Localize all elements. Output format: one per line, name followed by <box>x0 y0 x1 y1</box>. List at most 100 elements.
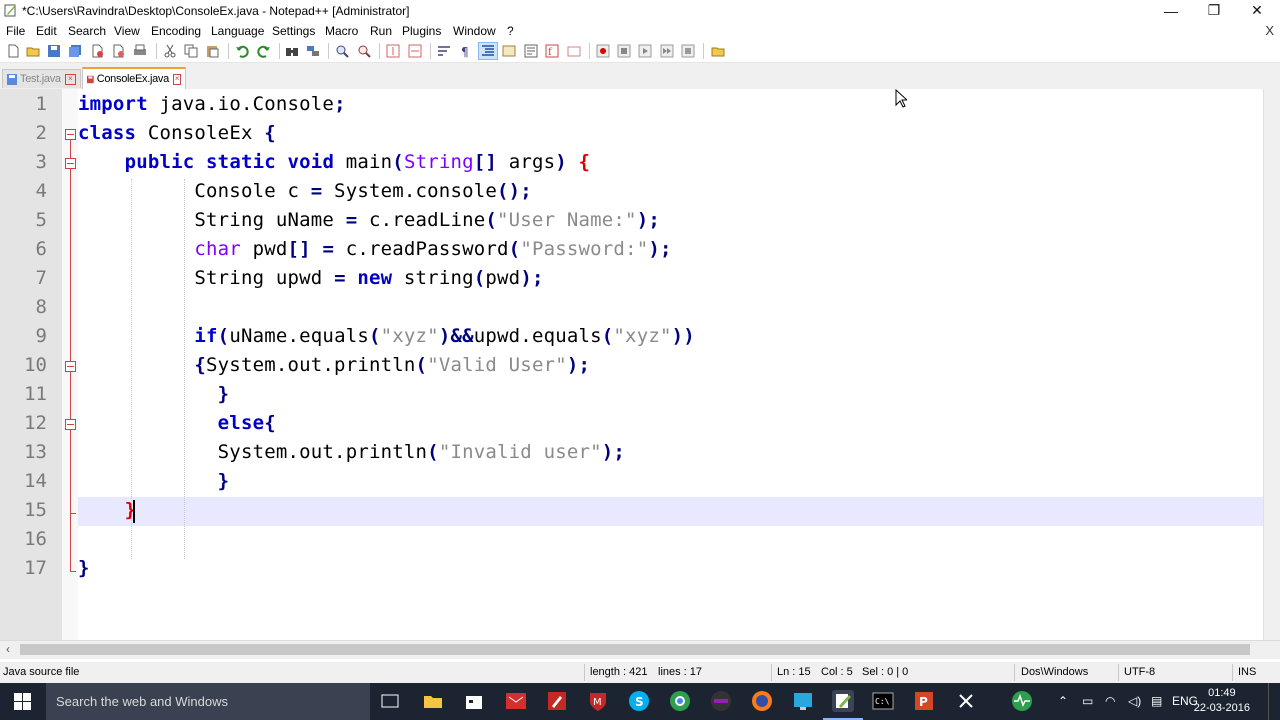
editor[interactable]: 1 2 3 4 5 6 7 8 9 10 11 12 13 14 15 16 1… <box>0 89 1280 640</box>
undo-icon[interactable] <box>235 44 249 58</box>
open-file-icon[interactable] <box>26 44 40 58</box>
media-app-icon[interactable] <box>710 690 732 712</box>
save-macro-icon[interactable] <box>681 44 695 58</box>
store-icon[interactable] <box>463 690 485 712</box>
notifications-icon[interactable]: ▤ <box>1151 694 1162 708</box>
firefox-icon[interactable] <box>751 690 773 712</box>
menu-edit[interactable]: Edit <box>36 24 57 38</box>
code-line[interactable]: String upwd = new string(pwd); <box>78 267 544 289</box>
sync-horizontal-icon[interactable] <box>408 44 422 58</box>
menu-file[interactable]: File <box>6 24 25 38</box>
menu-macro[interactable]: Macro <box>325 24 358 38</box>
sync-vertical-icon[interactable] <box>386 44 400 58</box>
play-macro-icon[interactable] <box>638 44 652 58</box>
code-line[interactable]: else{ <box>78 412 276 434</box>
tab-close-icon[interactable]: × <box>172 73 181 85</box>
mail-app-icon[interactable] <box>505 690 527 712</box>
save-icon[interactable] <box>47 44 61 58</box>
restore-button[interactable]: ❐ <box>1191 0 1237 21</box>
menu-window[interactable]: Window <box>453 24 496 38</box>
close-button[interactable]: ✕ <box>1234 0 1280 21</box>
taskbar-search-box[interactable]: Search the web and Windows <box>46 683 370 720</box>
code-line[interactable]: import java.io.Console; <box>78 93 346 115</box>
tab-consoleex-java[interactable]: ConsoleEx.java × <box>82 67 186 89</box>
battery-icon[interactable]: ▭ <box>1082 694 1093 708</box>
print-icon[interactable] <box>133 44 147 58</box>
run-macro-multiple-icon[interactable] <box>660 44 674 58</box>
function-list-icon[interactable]: f <box>545 44 559 58</box>
mcafee-icon[interactable]: M <box>587 690 609 712</box>
fold-toggle-icon[interactable] <box>65 129 76 140</box>
code-line[interactable]: } <box>78 470 229 492</box>
desktop-app-icon[interactable] <box>792 690 814 712</box>
menu-plugins[interactable]: Plugins <box>402 24 441 38</box>
file-explorer-icon[interactable] <box>422 690 444 712</box>
code-line[interactable]: String uName = c.readLine("User Name:"); <box>78 209 660 231</box>
minimize-button[interactable]: — <box>1148 0 1194 21</box>
code-line[interactable]: class ConsoleEx { <box>78 122 276 144</box>
close-file-icon[interactable] <box>90 44 104 58</box>
fold-toggle-icon[interactable] <box>65 361 76 372</box>
snipping-tool-icon[interactable] <box>955 690 977 712</box>
find-icon[interactable] <box>285 44 299 58</box>
clock[interactable]: 01:49 22-03-2016 <box>1194 686 1250 716</box>
save-all-icon[interactable] <box>68 44 82 58</box>
powerpoint-icon[interactable]: P <box>913 690 935 712</box>
horizontal-scrollbar[interactable]: ‹ <box>0 640 1280 659</box>
udl-icon[interactable] <box>502 44 516 58</box>
menu-run[interactable]: Run <box>370 24 392 38</box>
menu-settings[interactable]: Settings <box>272 24 315 38</box>
menu-help[interactable]: ? <box>507 24 514 38</box>
menu-language[interactable]: Language <box>211 24 264 38</box>
code-line[interactable]: } <box>78 499 136 521</box>
paint-app-icon[interactable] <box>546 690 568 712</box>
scrollbar-thumb[interactable] <box>20 644 1250 655</box>
volume-icon[interactable]: ◁) <box>1128 694 1141 708</box>
menu-view[interactable]: View <box>114 24 140 38</box>
code-line[interactable]: Console c = System.console(); <box>78 180 532 202</box>
code-line[interactable]: {System.out.println("Valid User"); <box>78 354 590 376</box>
plugin-folder-icon[interactable] <box>711 44 725 58</box>
code-line[interactable]: if(uName.equals("xyz")&&upwd.equals("xyz… <box>78 325 695 347</box>
zoom-in-icon[interactable] <box>335 44 349 58</box>
wifi-icon[interactable]: ◠ <box>1105 694 1115 708</box>
stop-macro-icon[interactable] <box>617 44 631 58</box>
record-macro-icon[interactable] <box>596 44 610 58</box>
code-line[interactable]: System.out.println("Invalid user"); <box>78 441 625 463</box>
indent-guide-toggle[interactable] <box>478 42 498 60</box>
show-hidden-icons-icon[interactable]: ⌃ <box>1058 694 1068 708</box>
new-file-icon[interactable] <box>6 44 20 58</box>
word-wrap-icon[interactable] <box>437 44 451 58</box>
network-monitor-icon[interactable] <box>1011 690 1033 712</box>
show-all-chars-icon[interactable]: ¶ <box>458 44 472 58</box>
task-view-icon[interactable] <box>379 690 401 712</box>
tab-close-icon[interactable]: × <box>64 73 76 85</box>
cut-icon[interactable] <box>163 44 177 58</box>
command-prompt-icon[interactable]: C:\ <box>872 690 894 712</box>
start-button[interactable] <box>0 683 46 720</box>
close-all-icon[interactable] <box>111 44 125 58</box>
notepadpp-taskbar-button[interactable] <box>823 690 863 720</box>
code-line[interactable]: } <box>78 557 90 579</box>
doc-map-icon[interactable] <box>524 44 538 58</box>
menu-encoding[interactable]: Encoding <box>151 24 201 38</box>
menu-search[interactable]: Search <box>68 24 106 38</box>
code-line[interactable]: char pwd[] = c.readPassword("Password:")… <box>78 238 672 260</box>
replace-icon[interactable] <box>306 44 320 58</box>
copy-icon[interactable] <box>184 44 198 58</box>
skype-icon[interactable]: S <box>628 690 650 712</box>
chrome-icon[interactable] <box>669 690 691 712</box>
close-document-button[interactable]: X <box>1265 23 1274 38</box>
zoom-out-icon[interactable] <box>357 44 371 58</box>
paste-icon[interactable] <box>205 44 219 58</box>
scroll-left-icon[interactable]: ‹ <box>6 642 10 656</box>
fold-toggle-icon[interactable] <box>65 419 76 430</box>
tab-test-java[interactable]: Test.java × <box>2 69 81 88</box>
vertical-scrollbar[interactable] <box>1263 89 1280 640</box>
redo-icon[interactable] <box>257 44 271 58</box>
code-line[interactable]: } <box>78 383 229 405</box>
fold-toggle-icon[interactable] <box>65 158 76 169</box>
show-desktop-button[interactable] <box>1268 683 1280 720</box>
code-line[interactable]: public static void main(String[] args) { <box>78 151 590 173</box>
folder-workspace-icon[interactable] <box>567 44 581 58</box>
